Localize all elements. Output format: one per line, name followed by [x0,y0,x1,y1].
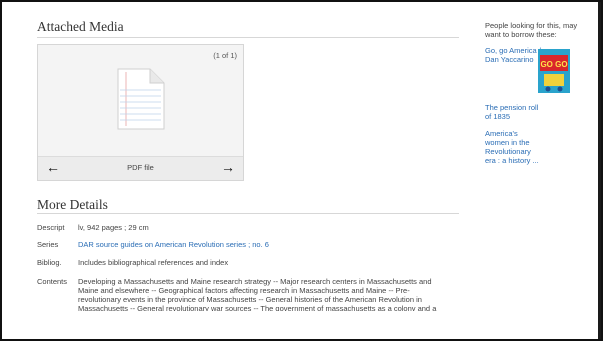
bibliog-label: Bibliog. [37,258,62,267]
recommendation-link[interactable]: Go, go America / Dan Yaccarino [485,46,543,64]
page-frame: Attached Media (1 of 1) ← PDF file → Mor… [0,0,603,341]
series-label: Series [37,240,59,249]
media-counter: (1 of 1) [213,51,237,60]
window-edge [598,2,601,339]
more-details-divider [37,213,459,214]
media-navigation: ← PDF file → [38,156,243,180]
series-link[interactable]: DAR source guides on American Revolution… [78,240,269,249]
descript-value: lv, 942 pages ; 29 cm [78,223,149,232]
recommendations-heading: People looking for this, may want to bor… [485,21,578,39]
media-file-type: PDF file [127,163,154,172]
attached-media-divider [37,37,459,38]
bibliog-value: Includes bibliographical references and … [78,258,229,267]
more-details-heading: More Details [37,197,108,212]
cover-title-text: GO GO [540,60,567,69]
recommendation-link[interactable]: The pension roll of 1835 [485,103,543,121]
contents-label: Contents [37,277,68,286]
contents-value: Developing a Massachusetts and Maine res… [78,277,437,311]
attached-media-heading: Attached Media [37,19,124,34]
media-viewer[interactable]: (1 of 1) ← PDF file → [37,44,244,181]
book-cover-art-icon: GO GO [538,49,570,93]
next-arrow-icon[interactable]: → [221,159,235,175]
descript-label: Descript [37,223,65,232]
book-cover-image[interactable]: GO GO [538,49,570,93]
recommendation-link[interactable]: America's women in the Revolutionary era… [485,129,543,165]
document-icon [117,68,165,130]
